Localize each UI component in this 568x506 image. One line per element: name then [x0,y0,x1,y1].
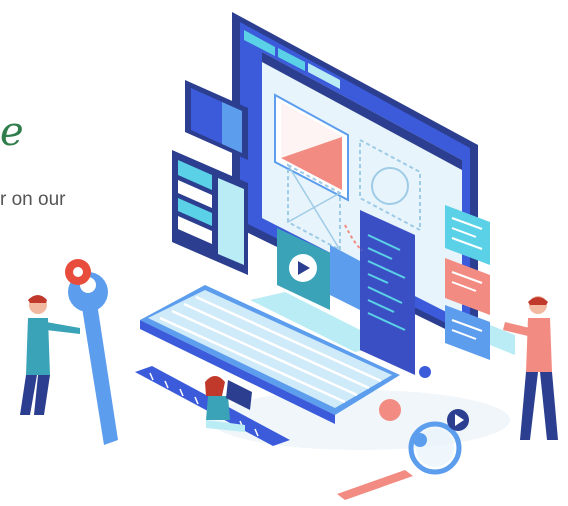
gear-icon [65,259,91,285]
heart-badge-icon [379,399,401,421]
wrench-icon [68,272,118,445]
monitor [232,12,478,352]
code-panel [360,210,415,375]
web-development-illustration [20,12,558,500]
person-left [20,295,80,415]
settings-badge-icon [419,366,431,378]
camera-badge-icon [413,433,427,447]
